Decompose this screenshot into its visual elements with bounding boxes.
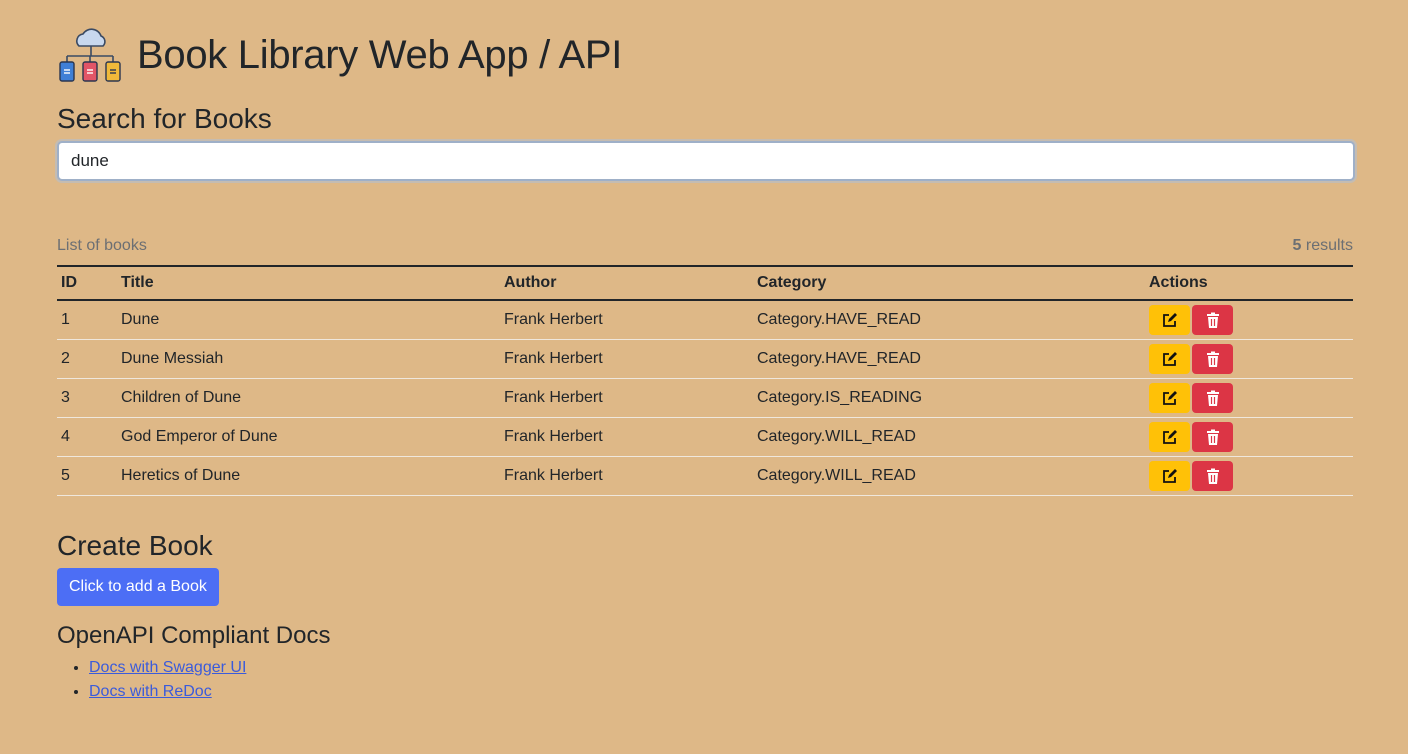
table-row: 1 Dune Frank Herbert Category.HAVE_READ <box>57 300 1353 340</box>
delete-button[interactable] <box>1192 383 1233 413</box>
column-header-title: Title <box>117 265 500 301</box>
redoc-docs-link[interactable]: Docs with ReDoc <box>89 683 212 700</box>
list-item: Docs with Swagger UI <box>89 656 1353 680</box>
edit-button[interactable] <box>1149 305 1190 335</box>
cell-id: 3 <box>57 378 117 418</box>
search-heading: Search for Books <box>57 103 272 134</box>
list-item: Docs with ReDoc <box>89 680 1353 704</box>
cell-category: Category.IS_READING <box>753 378 1145 418</box>
add-book-button[interactable]: Click to add a Book <box>57 568 219 606</box>
cell-id: 5 <box>57 456 117 496</box>
cell-id: 4 <box>57 417 117 457</box>
cell-id: 1 <box>57 300 117 340</box>
swagger-docs-link[interactable]: Docs with Swagger UI <box>89 659 246 676</box>
cell-title: Children of Dune <box>117 378 500 418</box>
column-header-category: Category <box>753 265 1145 301</box>
trash-icon <box>1206 390 1219 406</box>
delete-button[interactable] <box>1192 461 1233 491</box>
table-row: 4 God Emperor of Dune Frank Herbert Cate… <box>57 417 1353 457</box>
trash-icon <box>1206 312 1219 328</box>
list-meta: List of books 5 results <box>57 237 1353 255</box>
edit-button[interactable] <box>1149 344 1190 374</box>
books-table: ID Title Author Category Actions 1 Dune … <box>57 265 1353 496</box>
results-label: results <box>1301 237 1353 254</box>
cloud-books-network-icon <box>59 28 121 82</box>
table-header-row: ID Title Author Category Actions <box>57 265 1353 301</box>
edit-icon <box>1162 430 1177 444</box>
table-row: 3 Children of Dune Frank Herbert Categor… <box>57 378 1353 418</box>
table-row: 2 Dune Messiah Frank Herbert Category.HA… <box>57 339 1353 379</box>
docs-heading: OpenAPI Compliant Docs <box>57 622 331 649</box>
delete-button[interactable] <box>1192 344 1233 374</box>
edit-icon <box>1162 313 1177 327</box>
trash-icon <box>1206 351 1219 367</box>
page-container: Book Library Web App / API Search for Bo… <box>57 25 1355 704</box>
search-input[interactable] <box>57 141 1355 181</box>
create-book-heading: Create Book <box>57 530 213 561</box>
cell-actions <box>1145 300 1353 340</box>
table-row: 5 Heretics of Dune Frank Herbert Categor… <box>57 456 1353 496</box>
app-title: Book Library Web App / API <box>137 32 623 77</box>
cell-category: Category.HAVE_READ <box>753 300 1145 340</box>
column-header-author: Author <box>500 265 753 301</box>
docs-links-list: Docs with Swagger UI Docs with ReDoc <box>57 656 1353 704</box>
list-caption: List of books <box>57 237 147 254</box>
cell-actions <box>1145 339 1353 379</box>
edit-button[interactable] <box>1149 422 1190 452</box>
edit-icon <box>1162 352 1177 366</box>
column-header-id: ID <box>57 265 117 301</box>
cell-author: Frank Herbert <box>500 456 753 496</box>
trash-icon <box>1206 468 1219 484</box>
trash-icon <box>1206 429 1219 445</box>
cell-actions <box>1145 456 1353 496</box>
cell-author: Frank Herbert <box>500 378 753 418</box>
edit-button[interactable] <box>1149 461 1190 491</box>
delete-button[interactable] <box>1192 305 1233 335</box>
cell-title: Dune <box>117 300 500 340</box>
cell-author: Frank Herbert <box>500 417 753 457</box>
cell-title: Heretics of Dune <box>117 456 500 496</box>
cell-author: Frank Herbert <box>500 339 753 379</box>
cell-category: Category.HAVE_READ <box>753 339 1145 379</box>
edit-button[interactable] <box>1149 383 1190 413</box>
app-header: Book Library Web App / API <box>57 25 1353 85</box>
cell-category: Category.WILL_READ <box>753 456 1145 496</box>
delete-button[interactable] <box>1192 422 1233 452</box>
cell-actions <box>1145 417 1353 457</box>
cell-category: Category.WILL_READ <box>753 417 1145 457</box>
edit-icon <box>1162 391 1177 405</box>
results-count: 5 results <box>1293 237 1353 255</box>
cell-actions <box>1145 378 1353 418</box>
edit-icon <box>1162 469 1177 483</box>
column-header-actions: Actions <box>1145 265 1353 301</box>
cell-author: Frank Herbert <box>500 300 753 340</box>
cell-title: Dune Messiah <box>117 339 500 379</box>
cell-id: 2 <box>57 339 117 379</box>
cell-title: God Emperor of Dune <box>117 417 500 457</box>
